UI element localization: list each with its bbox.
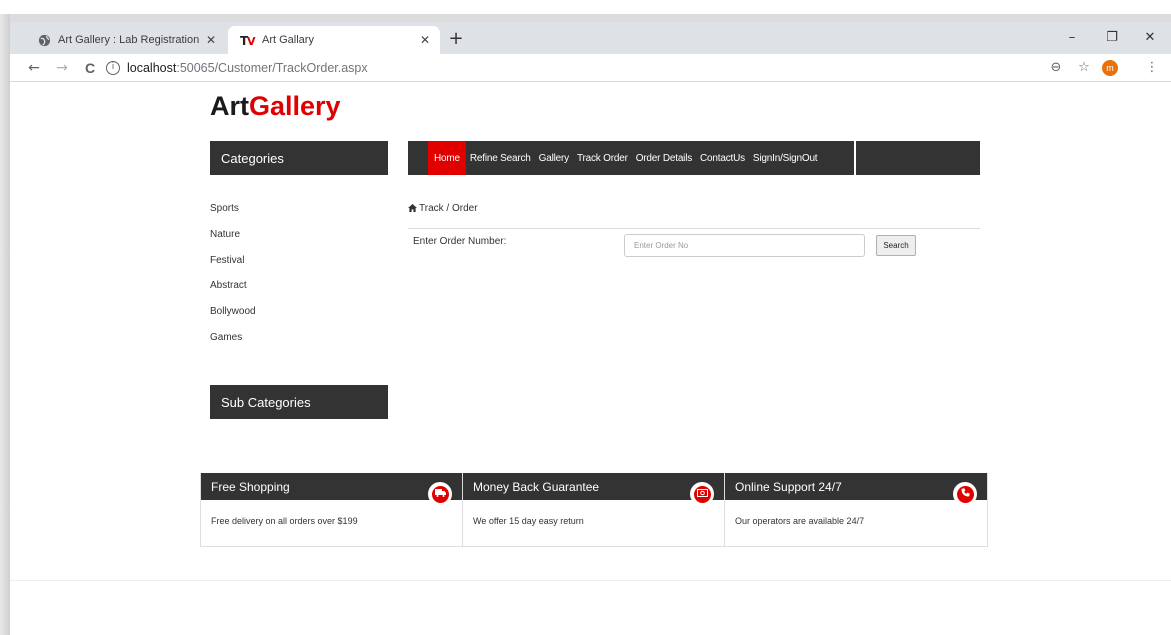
tab-title: Art Gallary (262, 34, 314, 46)
subcategories-heading: Sub Categories (210, 385, 388, 419)
main-navbar: Home Refine Search Gallery Track Order O… (408, 141, 980, 175)
category-link-nature[interactable]: Nature (210, 228, 256, 254)
browser-window: Art Gallery : Lab Registration ✕ TV Art … (0, 0, 1171, 635)
nav-track-order[interactable]: Track Order (573, 141, 632, 175)
logo-text-art: Art (210, 91, 249, 121)
tab-lab-registration[interactable]: Art Gallery : Lab Registration ✕ (24, 26, 226, 54)
tab-strip: Art Gallery : Lab Registration ✕ TV Art … (10, 22, 1171, 54)
profile-avatar[interactable]: m (1102, 60, 1118, 76)
minimize-button[interactable]: – (1060, 28, 1084, 48)
truck-icon (428, 482, 452, 506)
back-button[interactable]: ← (24, 58, 44, 78)
window-shadow-top (10, 14, 1171, 22)
window-shadow (0, 14, 10, 635)
category-link-abstract[interactable]: Abstract (210, 279, 256, 305)
feature-money-back: Money Back Guarantee We offer 15 day eas… (463, 473, 725, 546)
info-icon[interactable]: i (106, 61, 120, 75)
zoom-icon[interactable]: ⊖ (1046, 58, 1066, 78)
tv-logo-icon: TV (240, 32, 256, 48)
menu-icon[interactable]: ⋮ (1142, 58, 1162, 78)
nav-signin-signout[interactable]: SignIn/SignOut (749, 141, 821, 175)
nav-refine-search[interactable]: Refine Search (466, 141, 535, 175)
breadcrumb: Track / Order (408, 203, 478, 214)
nav-order-details[interactable]: Order Details (632, 141, 696, 175)
home-icon[interactable] (408, 203, 417, 214)
feature-title: Money Back Guarantee (473, 479, 600, 494)
reload-button[interactable]: C (80, 58, 100, 78)
category-link-games[interactable]: Games (210, 331, 256, 357)
feature-heading: Free Shopping (201, 473, 462, 506)
feature-boxes: Free Shopping Free delivery on all order… (200, 473, 988, 547)
new-tab-button[interactable]: + (446, 30, 466, 50)
category-link-sports[interactable]: Sports (210, 202, 256, 228)
forward-button[interactable]: → (52, 58, 72, 78)
page-content: ArtGallery Categories Sports Nature Fest… (10, 83, 1171, 635)
url-host: localhost (127, 61, 177, 75)
categories-heading: Categories (210, 141, 388, 175)
tab-title: Art Gallery : Lab Registration (58, 34, 200, 46)
feature-heading: Online Support 24/7 (725, 473, 987, 506)
nav-items: Home Refine Search Gallery Track Order O… (428, 141, 821, 175)
restore-button[interactable]: ❐ (1100, 28, 1124, 48)
nav-home[interactable]: Home (428, 141, 466, 175)
category-list: Sports Nature Festival Abstract Bollywoo… (210, 202, 256, 357)
category-link-festival[interactable]: Festival (210, 254, 256, 280)
close-icon[interactable]: ✕ (202, 33, 220, 47)
feature-description: Our operators are available 24/7 (735, 516, 865, 526)
feature-online-support: Online Support 24/7 Our operators are av… (725, 473, 987, 546)
feature-description: We offer 15 day easy return (473, 516, 584, 526)
feature-title: Free Shopping (211, 479, 290, 494)
nav-gallery[interactable]: Gallery (535, 141, 573, 175)
close-window-button[interactable]: ✕ (1138, 28, 1162, 48)
url-path: :50065/Customer/TrackOrder.aspx (176, 61, 368, 75)
tab-art-gallary[interactable]: TV Art Gallary ✕ (228, 26, 440, 54)
order-number-label: Enter Order Number: (413, 236, 507, 247)
globe-icon (36, 32, 52, 48)
site-logo[interactable]: ArtGallery (210, 91, 341, 122)
close-icon[interactable]: ✕ (416, 33, 434, 47)
svg-text:V: V (247, 35, 256, 46)
logo-text-gallery: Gallery (249, 91, 341, 121)
star-icon[interactable]: ☆ (1074, 58, 1094, 78)
footer-divider (10, 580, 1171, 581)
feature-heading: Money Back Guarantee (463, 473, 724, 506)
nav-contact-us[interactable]: ContactUs (696, 141, 749, 175)
phone-icon (953, 482, 977, 506)
address-bar[interactable]: i localhost:50065/Customer/TrackOrder.as… (106, 57, 1116, 79)
browser-toolbar: ← → C i localhost:50065/Customer/TrackOr… (10, 54, 1171, 82)
search-button[interactable]: Search (876, 235, 916, 256)
feature-free-shopping: Free Shopping Free delivery on all order… (201, 473, 463, 546)
nav-separator (854, 141, 856, 175)
feature-description: Free delivery on all orders over $199 (211, 516, 358, 526)
divider (408, 228, 980, 229)
order-number-input[interactable] (624, 234, 865, 257)
breadcrumb-text: Track / Order (419, 203, 478, 214)
feature-title: Online Support 24/7 (735, 479, 842, 494)
money-icon (690, 482, 714, 506)
category-link-bollywood[interactable]: Bollywood (210, 305, 256, 331)
